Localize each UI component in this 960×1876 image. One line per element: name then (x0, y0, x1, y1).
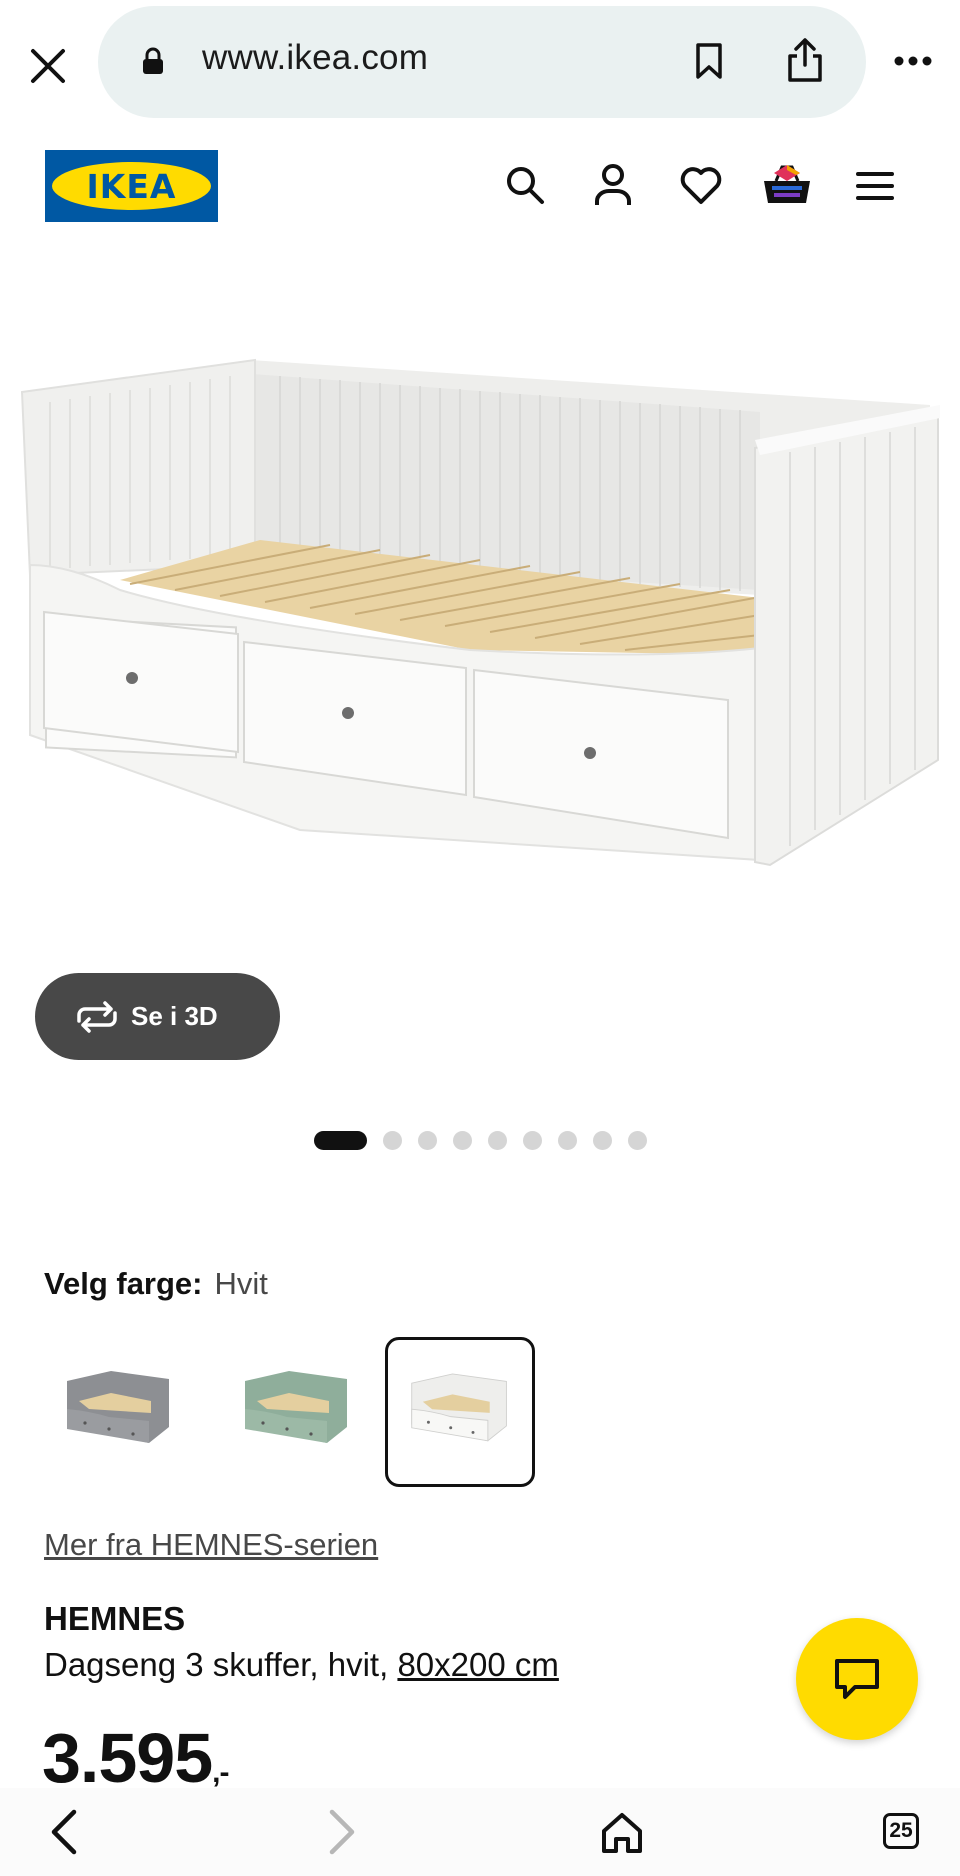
share-icon (788, 38, 822, 82)
product-image[interactable] (0, 340, 960, 880)
forward-icon (329, 1809, 355, 1855)
color-option-white[interactable] (385, 1337, 535, 1487)
search-button[interactable] (500, 160, 550, 210)
wishlist-heart-icon (680, 167, 722, 204)
size-link[interactable]: 80x200 cm (397, 1646, 558, 1683)
daybed-white-thumbnail (411, 1373, 507, 1442)
tabs-button[interactable]: 25 (883, 1813, 919, 1849)
carousel-dot[interactable] (593, 1130, 612, 1150)
more-icon (894, 56, 932, 66)
browser-bottom-bar (0, 1788, 960, 1876)
search-icon (507, 167, 544, 204)
product-price: 3.595,- (42, 1718, 230, 1798)
shopping-bag-icon (764, 165, 810, 203)
chat-button[interactable] (796, 1618, 918, 1740)
home-icon (602, 1813, 642, 1853)
series-link[interactable]: Mer fra HEMNES-serien (44, 1527, 378, 1563)
bookmark-button[interactable] (686, 38, 732, 84)
image-carousel-indicator[interactable] (314, 1129, 647, 1151)
carousel-dot[interactable] (558, 1130, 577, 1150)
color-option-grey[interactable] (44, 1337, 194, 1487)
back-button[interactable] (38, 1806, 88, 1858)
carousel-dot[interactable] (314, 1130, 367, 1150)
account-icon (595, 164, 631, 205)
carousel-dot[interactable] (418, 1130, 437, 1150)
menu-icon (856, 172, 894, 200)
lock-icon (140, 45, 166, 77)
color-option-green[interactable] (222, 1337, 372, 1487)
tabs-count: 25 (889, 1819, 913, 1842)
chat-icon (835, 1659, 879, 1699)
selected-color-value: Hvit (214, 1266, 268, 1301)
price-value: 3.595 (42, 1719, 213, 1797)
share-button[interactable] (780, 34, 830, 86)
price-suffix: ,- (212, 1756, 229, 1789)
more-options-button[interactable] (888, 46, 938, 76)
color-label: Velg farge: (44, 1266, 203, 1301)
ikea-logo[interactable]: IKEA (45, 150, 218, 222)
bookmark-icon (696, 43, 722, 79)
wishlist-button[interactable] (674, 160, 728, 210)
carousel-dot[interactable] (523, 1130, 542, 1150)
product-description: Dagseng 3 skuffer, hvit, 80x200 cm (44, 1646, 559, 1684)
rotate-3d-icon (77, 1000, 117, 1033)
carousel-dot[interactable] (453, 1130, 472, 1150)
product-description-text: Dagseng 3 skuffer, hvit, (44, 1646, 398, 1683)
home-button[interactable] (596, 1808, 648, 1858)
carousel-dot[interactable] (383, 1130, 402, 1150)
view-in-3d-button[interactable]: Se i 3D (35, 973, 280, 1060)
view-in-3d-label: Se i 3D (131, 1001, 218, 1031)
forward-button[interactable] (318, 1806, 368, 1858)
daybed-grey-thumbnail (67, 1371, 169, 1443)
carousel-dot[interactable] (488, 1130, 507, 1150)
url-text: www.ikea.com (202, 38, 429, 77)
menu-button[interactable] (850, 164, 900, 208)
logo-text: IKEA (86, 166, 177, 206)
color-selection-row: Velg farge: Hvit (44, 1266, 268, 1302)
close-icon (31, 49, 65, 83)
close-tab-button[interactable] (22, 40, 74, 92)
daybed-green-thumbnail (245, 1371, 347, 1443)
account-button[interactable] (588, 160, 638, 210)
shopping-bag-button[interactable] (760, 158, 814, 212)
product-name: HEMNES (44, 1600, 186, 1637)
back-icon (51, 1809, 77, 1855)
carousel-dot[interactable] (628, 1130, 647, 1150)
